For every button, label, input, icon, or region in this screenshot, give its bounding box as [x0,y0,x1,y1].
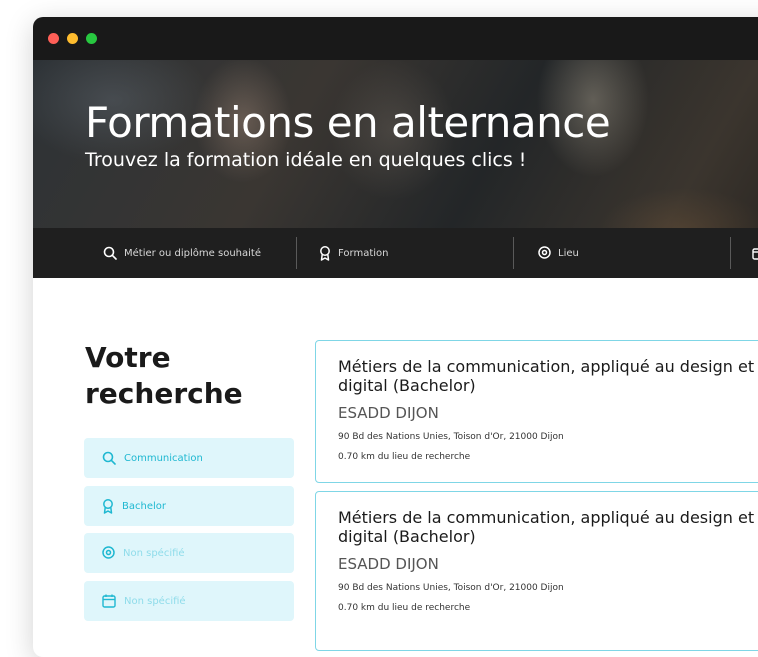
result-school: ESADD DIJON [338,555,439,573]
result-address: 90 Bd des Nations Unies, Toison d'Or, 21… [338,583,564,593]
page-subtitle: Trouvez la formation idéale en quelques … [85,149,527,171]
result-distance: 0.70 km du lieu de recherche [338,603,471,613]
filter-formation-label: Bachelor [122,500,166,512]
location-pin-icon [538,246,551,259]
date-field[interactable] [752,228,758,278]
search-bar: Métier ou diplôme souhaité Formation Lie… [33,228,758,278]
browser-window: Formations en alternance Trouvez la form… [33,17,758,657]
result-school: ESADD DIJON [338,404,439,422]
award-icon [103,498,113,514]
page-title: Formations en alternance [85,98,611,147]
sidebar-title-line2: recherche [85,377,243,410]
result-title[interactable]: Métiers de la communication, appliqué au… [338,357,758,395]
location-pin-icon [102,546,115,559]
calendar-icon [752,247,758,260]
divider [513,237,514,269]
result-distance: 0.70 km du lieu de recherche [338,452,471,462]
window-titlebar [33,17,758,60]
result-title[interactable]: Métiers de la communication, appliqué au… [338,508,758,546]
location-label: Lieu [558,247,579,259]
location-field[interactable]: Lieu [538,228,579,278]
filter-formation[interactable]: Bachelor [84,486,294,526]
filter-date[interactable]: Non spécifié [84,581,294,621]
filter-keyword-label: Communication [124,452,203,464]
calendar-icon [102,594,116,608]
sidebar-title: Votre recherche [85,340,243,412]
search-icon [103,246,117,260]
filter-keyword[interactable]: Communication [84,438,294,478]
result-card[interactable]: Métiers de la communication, appliqué au… [315,340,758,483]
divider [296,237,297,269]
filter-date-label: Non spécifié [124,595,186,607]
result-address: 90 Bd des Nations Unies, Toison d'Or, 21… [338,432,564,442]
minimize-window-button[interactable] [67,33,78,44]
formation-field[interactable]: Formation [319,228,388,278]
maximize-window-button[interactable] [86,33,97,44]
filter-location-label: Non spécifié [123,547,185,559]
job-search-label: Métier ou diplôme souhaité [124,247,261,259]
search-icon [102,451,116,465]
divider [730,237,731,269]
close-window-button[interactable] [48,33,59,44]
award-icon [320,245,330,261]
job-search-field[interactable]: Métier ou diplôme souhaité [103,228,261,278]
filter-location[interactable]: Non spécifié [84,533,294,573]
hero-banner: Formations en alternance Trouvez la form… [33,60,758,228]
sidebar-title-line1: Votre [85,341,171,374]
formation-label: Formation [338,247,389,259]
result-card[interactable]: Métiers de la communication, appliqué au… [315,491,758,651]
